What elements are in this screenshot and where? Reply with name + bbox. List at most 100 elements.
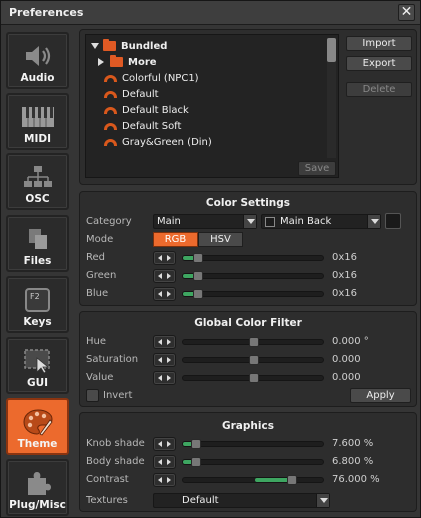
hue-stepper[interactable] [153, 335, 176, 349]
sidebar-item-theme[interactable]: Theme [6, 398, 69, 455]
tree-item[interactable]: Default [104, 86, 159, 102]
saturation-value: 0.000 [332, 354, 361, 365]
sidebar-item-keys[interactable]: F2 Keys [6, 276, 69, 333]
section-title: Graphics [222, 420, 274, 432]
sidebar-item-midi[interactable]: MIDI [6, 93, 69, 150]
checkbox[interactable] [265, 217, 275, 227]
theme-arc-icon [104, 106, 117, 114]
save-button[interactable]: Save [298, 161, 336, 176]
textures-dropdown[interactable]: Default [153, 493, 330, 508]
title-bar: Preferences ✕ [1, 1, 420, 25]
import-button[interactable]: Import [346, 36, 412, 51]
sidebar-item-audio[interactable]: Audio [6, 32, 69, 89]
body-shade-stepper[interactable] [153, 455, 176, 469]
slider-thumb[interactable] [193, 271, 203, 281]
red-stepper[interactable] [153, 251, 176, 265]
tree-item[interactable]: Default Black [104, 102, 189, 118]
close-button[interactable]: ✕ [398, 4, 415, 21]
contrast-value: 76.000 % [332, 474, 380, 485]
sidebar-item-label: MIDI [24, 133, 51, 145]
color-element-dropdown[interactable]: Main Back [261, 214, 381, 229]
value-label: Value [86, 372, 114, 383]
tree-folder-bundled[interactable]: Bundled [91, 38, 167, 54]
network-tree-icon [23, 166, 52, 187]
mode-label: Mode [86, 234, 114, 245]
tree-item[interactable]: Gray&Green (Din) [104, 134, 212, 150]
mode-hsv-button[interactable]: HSV [198, 232, 243, 247]
sidebar-item-gui[interactable]: GUI [6, 337, 69, 394]
slider-thumb[interactable] [287, 475, 297, 485]
mode-rgb-button[interactable]: RGB [153, 232, 198, 247]
theme-arc-icon [104, 138, 117, 146]
theme-arc-icon [104, 74, 117, 82]
puzzle-icon [27, 472, 51, 495]
category-sidebar: Audio MIDI OSC Files F2 Keys GUI Theme P [1, 26, 77, 518]
global-color-filter-panel: Global Color Filter Hue 0.000 ° Saturati… [79, 311, 417, 407]
close-icon: ✕ [400, 4, 413, 20]
section-title: Global Color Filter [194, 317, 302, 329]
slider-thumb[interactable] [249, 337, 259, 347]
knob-shade-slider[interactable] [182, 439, 324, 449]
folder-icon [103, 39, 116, 51]
cursor-window-icon [23, 349, 50, 374]
blue-label: Blue [86, 288, 109, 299]
slider-thumb[interactable] [249, 355, 259, 365]
chevron-down-icon [316, 494, 329, 507]
keyboard-key-icon: F2 [25, 288, 50, 312]
tree-item[interactable]: Colorful (NPC1) [104, 70, 199, 86]
invert-label: Invert [103, 390, 133, 401]
body-shade-slider[interactable] [182, 457, 324, 467]
expand-right-icon[interactable] [98, 58, 104, 66]
slider-thumb[interactable] [191, 439, 201, 449]
sidebar-item-osc[interactable]: OSC [6, 153, 69, 210]
sidebar-item-label: Audio [20, 72, 55, 84]
theme-arc-icon [104, 90, 117, 98]
chevron-down-icon [367, 215, 380, 228]
color-swatch[interactable] [385, 213, 401, 229]
hue-label: Hue [86, 336, 107, 347]
slider-thumb[interactable] [193, 289, 203, 299]
blue-value: 0x16 [332, 288, 358, 299]
color-settings-panel: Color Settings Category Main Main Back M… [79, 191, 417, 306]
sidebar-item-files[interactable]: Files [6, 215, 69, 272]
chevron-down-icon [243, 215, 256, 228]
hue-slider[interactable] [182, 337, 324, 347]
blue-slider[interactable] [182, 289, 324, 299]
sidebar-item-label: Theme [17, 438, 58, 450]
contrast-stepper[interactable] [153, 473, 176, 487]
tree-folder-more[interactable]: More [98, 54, 157, 70]
invert-checkbox[interactable] [86, 389, 99, 402]
sidebar-item-label: OSC [25, 193, 50, 205]
green-value: 0x16 [332, 270, 358, 281]
tree-scrollbar[interactable] [327, 38, 336, 158]
sidebar-item-plugmisc[interactable]: Plug/Misc [6, 459, 69, 516]
slider-thumb[interactable] [193, 253, 203, 263]
value-stepper[interactable] [153, 371, 176, 385]
saturation-label: Saturation [86, 354, 139, 365]
tree-item[interactable]: Default Soft [104, 118, 181, 134]
apply-button[interactable]: Apply [350, 388, 411, 403]
contrast-slider[interactable] [182, 475, 324, 485]
graphics-panel: Graphics Knob shade 7.600 % Body shade 6… [79, 412, 417, 512]
value-slider[interactable] [182, 373, 324, 383]
saturation-slider[interactable] [182, 355, 324, 365]
slider-thumb[interactable] [249, 373, 259, 383]
saturation-stepper[interactable] [153, 353, 176, 367]
value-value: 0.000 [332, 372, 361, 383]
textures-label: Textures [86, 495, 128, 506]
slider-thumb[interactable] [191, 457, 201, 467]
blue-stepper[interactable] [153, 287, 176, 301]
export-button[interactable]: Export [346, 56, 412, 71]
green-stepper[interactable] [153, 269, 176, 283]
knob-shade-stepper[interactable] [153, 437, 176, 451]
delete-button[interactable]: Delete [346, 82, 412, 97]
category-dropdown[interactable]: Main [153, 214, 257, 229]
folder-icon [110, 55, 123, 67]
expand-down-icon[interactable] [91, 43, 99, 49]
section-title: Color Settings [205, 197, 291, 209]
red-slider[interactable] [182, 253, 324, 263]
knob-shade-value: 7.600 % [332, 438, 374, 449]
scrollbar-thumb[interactable] [327, 38, 336, 62]
sidebar-item-label: Plug/Misc [9, 499, 66, 511]
green-slider[interactable] [182, 271, 324, 281]
